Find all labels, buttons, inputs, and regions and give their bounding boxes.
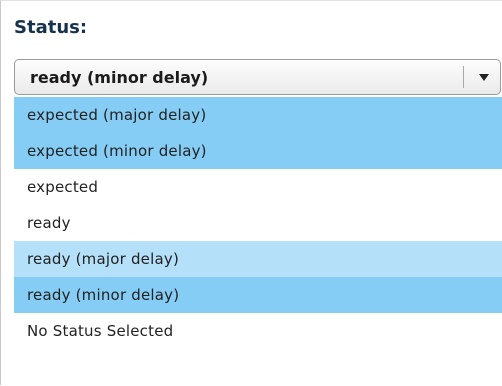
status-option[interactable]: No Status Selected <box>14 313 502 349</box>
status-option[interactable]: expected (minor delay) <box>14 133 502 169</box>
status-option[interactable]: ready (minor delay) <box>14 277 502 313</box>
status-option[interactable]: expected (major delay) <box>14 97 502 133</box>
status-select[interactable]: ready (minor delay) <box>14 59 501 95</box>
status-select-value: ready (minor delay) <box>30 68 209 87</box>
select-divider <box>463 66 464 88</box>
chevron-down-icon[interactable] <box>479 74 489 81</box>
status-option[interactable]: ready (major delay) <box>14 241 502 277</box>
status-options-list: expected (major delay) expected (minor d… <box>14 97 502 386</box>
status-option[interactable]: expected <box>14 169 502 205</box>
status-option[interactable]: ready <box>14 205 502 241</box>
status-panel: Status: ready (minor delay) expected (ma… <box>0 0 502 385</box>
status-label: Status: <box>14 17 88 38</box>
